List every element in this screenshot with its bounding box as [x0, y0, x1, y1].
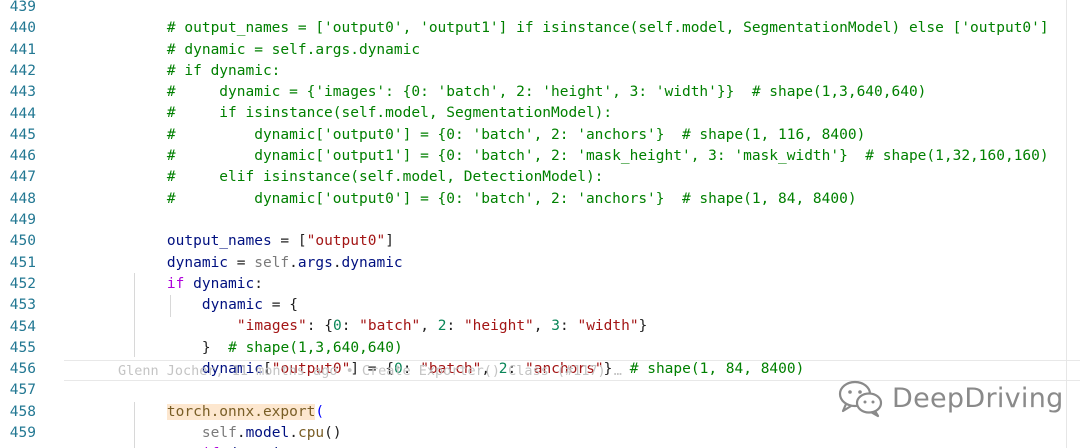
code-line: dynamic["output0"] = {0: "batch", 2: "an…	[201, 361, 805, 378]
code-editor[interactable]: 439 440 441 442 443 444 445 446 447 448 …	[0, 0, 1080, 448]
code-line: dynamic = {	[201, 297, 298, 314]
code-line: # dynamic['output0'] = {0: 'batch', 2: '…	[166, 126, 866, 143]
code-line: if dynamic	[167, 423, 1080, 448]
code-line: output_names = ["output0"]	[166, 233, 394, 250]
line-number: 446	[9, 148, 36, 165]
line-number: 451	[9, 254, 36, 271]
code-line: # if isinstance(self.model, Segmentation…	[166, 105, 613, 122]
line-number-gutter: 439 440 441 442 443 444 445 446 447 448 …	[0, 0, 60, 448]
line-number: 441	[9, 41, 36, 58]
line-number: 444	[9, 105, 36, 122]
line-number: 448	[9, 190, 36, 207]
line-number: 457	[9, 382, 36, 399]
line-number: 454	[9, 318, 36, 335]
line-number: 443	[9, 84, 36, 101]
line-number: 455	[9, 339, 36, 356]
code-line: } # shape(1,3,640,640)	[201, 339, 403, 356]
code-line: # dynamic['output1'] = {0: 'batch', 2: '…	[166, 148, 1049, 165]
watermark: DeepDriving	[836, 374, 1072, 422]
code-line: # output_names = ['output0', 'output1'] …	[166, 20, 1049, 37]
line-number: 452	[9, 275, 36, 292]
line-number: 453	[9, 297, 36, 314]
line-number: 449	[9, 212, 36, 228]
line-number: 440	[9, 20, 36, 37]
line-number: 447	[9, 169, 36, 186]
code-line: # dynamic = self.args.dynamic	[166, 41, 421, 58]
watermark-text: DeepDriving	[892, 382, 1064, 414]
line-number: 456	[9, 361, 36, 378]
wechat-icon	[838, 380, 883, 418]
code-line: # elif isinstance(self.model, DetectionM…	[166, 169, 604, 186]
line-number: 458	[9, 403, 36, 420]
line-number: 459	[9, 425, 36, 441]
code-line: "images": {0: "batch", 2: "height", 3: "…	[236, 318, 648, 335]
line-number: 439	[9, 0, 36, 15]
code-line: # dynamic['output0'] = {0: 'batch', 2: '…	[166, 190, 857, 207]
line-number: 445	[9, 126, 36, 143]
code-line: if dynamic:	[166, 275, 263, 292]
code-line: # if dynamic:	[166, 62, 281, 79]
code-line: # dynamic = {'images': {0: 'batch', 2: '…	[166, 84, 927, 101]
line-number: 442	[9, 62, 36, 79]
line-number: 450	[9, 233, 36, 250]
code-line: dynamic = self.args.dynamic	[166, 254, 403, 271]
